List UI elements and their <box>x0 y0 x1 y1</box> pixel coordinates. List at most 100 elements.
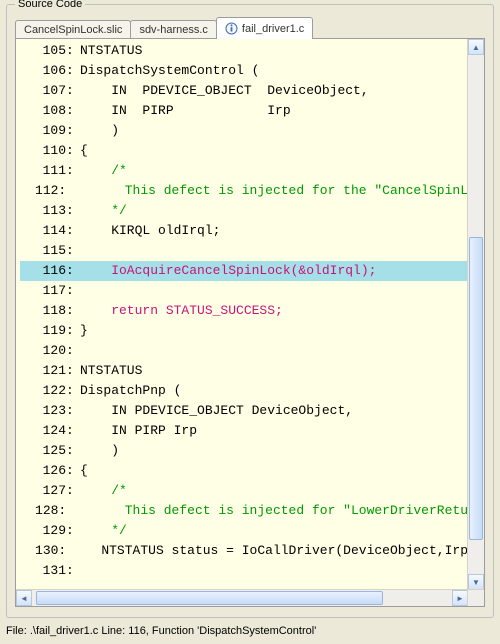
code-line[interactable]: 109: ) <box>20 121 468 141</box>
scroll-right-button[interactable]: ► <box>452 590 468 606</box>
code-line[interactable]: 115: <box>20 241 468 261</box>
line-number: 122 <box>20 381 66 401</box>
line-colon: : <box>66 461 80 481</box>
code-line[interactable]: 130: NTSTATUS status = IoCallDriver(Devi… <box>20 541 468 561</box>
code-line[interactable]: 105:NTSTATUS <box>20 41 468 61</box>
code-line[interactable]: 127: /* <box>20 481 468 501</box>
tab-sdv-harness-c[interactable]: sdv-harness.c <box>130 20 216 39</box>
line-colon: : <box>58 501 70 521</box>
line-number: 108 <box>20 101 66 121</box>
vertical-scroll-track[interactable] <box>468 55 484 574</box>
line-text: This defect is injected for "LowerDriver… <box>70 501 468 521</box>
line-number: 109 <box>20 121 66 141</box>
horizontal-scroll-thumb[interactable] <box>36 591 382 605</box>
horizontal-scroll-track[interactable] <box>32 590 452 606</box>
line-number: 125 <box>20 441 66 461</box>
line-colon: : <box>58 541 70 561</box>
line-number: 110 <box>20 141 66 161</box>
line-number: 114 <box>20 221 66 241</box>
code-line[interactable]: 113: */ <box>20 201 468 221</box>
code-line[interactable]: 108: IN PIRP Irp <box>20 101 468 121</box>
line-number: 107 <box>20 81 66 101</box>
line-text: IN PIRP Irp <box>80 101 291 121</box>
line-number: 123 <box>20 401 66 421</box>
line-colon: : <box>66 341 80 361</box>
line-text: return STATUS_SUCCESS; <box>80 301 283 321</box>
code-line[interactable]: 129: */ <box>20 521 468 541</box>
code-line[interactable]: 126:{ <box>20 461 468 481</box>
line-colon: : <box>66 241 80 261</box>
line-colon: : <box>66 421 80 441</box>
line-colon: : <box>66 401 80 421</box>
code-line[interactable]: 120: <box>20 341 468 361</box>
code-frame: 105:NTSTATUS106:DispatchSystemControl (1… <box>15 38 485 607</box>
tab-strip: CancelSpinLock.slicsdv-harness.cfail_dri… <box>15 17 312 39</box>
line-colon: : <box>66 301 80 321</box>
line-colon: : <box>66 261 80 281</box>
line-colon: : <box>66 121 80 141</box>
line-number: 124 <box>20 421 66 441</box>
tab-cancelspinlock-slic[interactable]: CancelSpinLock.slic <box>15 20 131 39</box>
line-colon: : <box>66 141 80 161</box>
line-text: */ <box>80 201 127 221</box>
code-line[interactable]: 111: /* <box>20 161 468 181</box>
code-line[interactable]: 106:DispatchSystemControl ( <box>20 61 468 81</box>
line-text: NTSTATUS status = IoCallDriver(DeviceObj… <box>70 541 468 561</box>
line-text: IN PIRP Irp <box>80 421 197 441</box>
line-colon: : <box>66 481 80 501</box>
scroll-down-button[interactable]: ▼ <box>468 574 484 590</box>
code-line[interactable]: 123: IN PDEVICE_OBJECT DeviceObject, <box>20 401 468 421</box>
tab-fail_driver1-c[interactable]: fail_driver1.c <box>216 17 313 39</box>
group-title: Source Code <box>15 0 85 10</box>
scroll-left-button[interactable]: ◄ <box>16 590 32 606</box>
line-text: ) <box>80 121 119 141</box>
line-text: KIRQL oldIrql; <box>80 221 220 241</box>
line-colon: : <box>66 561 80 581</box>
code-line[interactable]: 118: return STATUS_SUCCESS; <box>20 301 468 321</box>
vertical-scrollbar[interactable]: ▲ ▼ <box>467 39 484 590</box>
line-colon: : <box>66 221 80 241</box>
line-number: 121 <box>20 361 66 381</box>
line-text: } <box>80 321 88 341</box>
line-number: 131 <box>20 561 66 581</box>
code-line[interactable]: 128: This defect is injected for "LowerD… <box>20 501 468 521</box>
line-number: 113 <box>20 201 66 221</box>
line-number: 119 <box>20 321 66 341</box>
code-line[interactable]: 116: IoAcquireCancelSpinLock(&oldIrql); <box>20 261 468 281</box>
code-line[interactable]: 117: <box>20 281 468 301</box>
line-text: DispatchSystemControl ( <box>80 61 259 81</box>
line-colon: : <box>66 321 80 341</box>
scrollbar-corner <box>467 589 484 606</box>
code-line[interactable]: 112: This defect is injected for the "Ca… <box>20 181 468 201</box>
code-line[interactable]: 125: ) <box>20 441 468 461</box>
line-colon: : <box>66 521 80 541</box>
line-colon: : <box>66 441 80 461</box>
status-bar: File: .\fail_driver1.c Line: 116, Functi… <box>4 622 496 640</box>
line-text: IoAcquireCancelSpinLock(&oldIrql); <box>80 261 376 281</box>
code-line[interactable]: 110:{ <box>20 141 468 161</box>
vertical-scroll-thumb[interactable] <box>469 237 483 540</box>
line-colon: : <box>66 81 80 101</box>
horizontal-scrollbar[interactable]: ◄ ► <box>16 589 468 606</box>
code-line[interactable]: 122:DispatchPnp ( <box>20 381 468 401</box>
line-text: { <box>80 461 88 481</box>
code-line[interactable]: 131: <box>20 561 468 581</box>
source-code-panel: Source Code CancelSpinLock.slicsdv-harne… <box>0 0 500 644</box>
scroll-up-button[interactable]: ▲ <box>468 39 484 55</box>
line-number: 128 <box>20 501 58 521</box>
line-number: 120 <box>20 341 66 361</box>
code-line[interactable]: 121:NTSTATUS <box>20 361 468 381</box>
source-code-group: Source Code CancelSpinLock.slicsdv-harne… <box>6 4 494 618</box>
line-colon: : <box>66 61 80 81</box>
code-line[interactable]: 107: IN PDEVICE_OBJECT DeviceObject, <box>20 81 468 101</box>
line-colon: : <box>66 41 80 61</box>
line-text: NTSTATUS <box>80 41 142 61</box>
code-line[interactable]: 124: IN PIRP Irp <box>20 421 468 441</box>
code-viewport[interactable]: 105:NTSTATUS106:DispatchSystemControl (1… <box>16 39 468 590</box>
line-number: 105 <box>20 41 66 61</box>
code-line[interactable]: 114: KIRQL oldIrql; <box>20 221 468 241</box>
line-text: { <box>80 141 88 161</box>
line-colon: : <box>66 361 80 381</box>
line-number: 130 <box>20 541 58 561</box>
code-line[interactable]: 119:} <box>20 321 468 341</box>
